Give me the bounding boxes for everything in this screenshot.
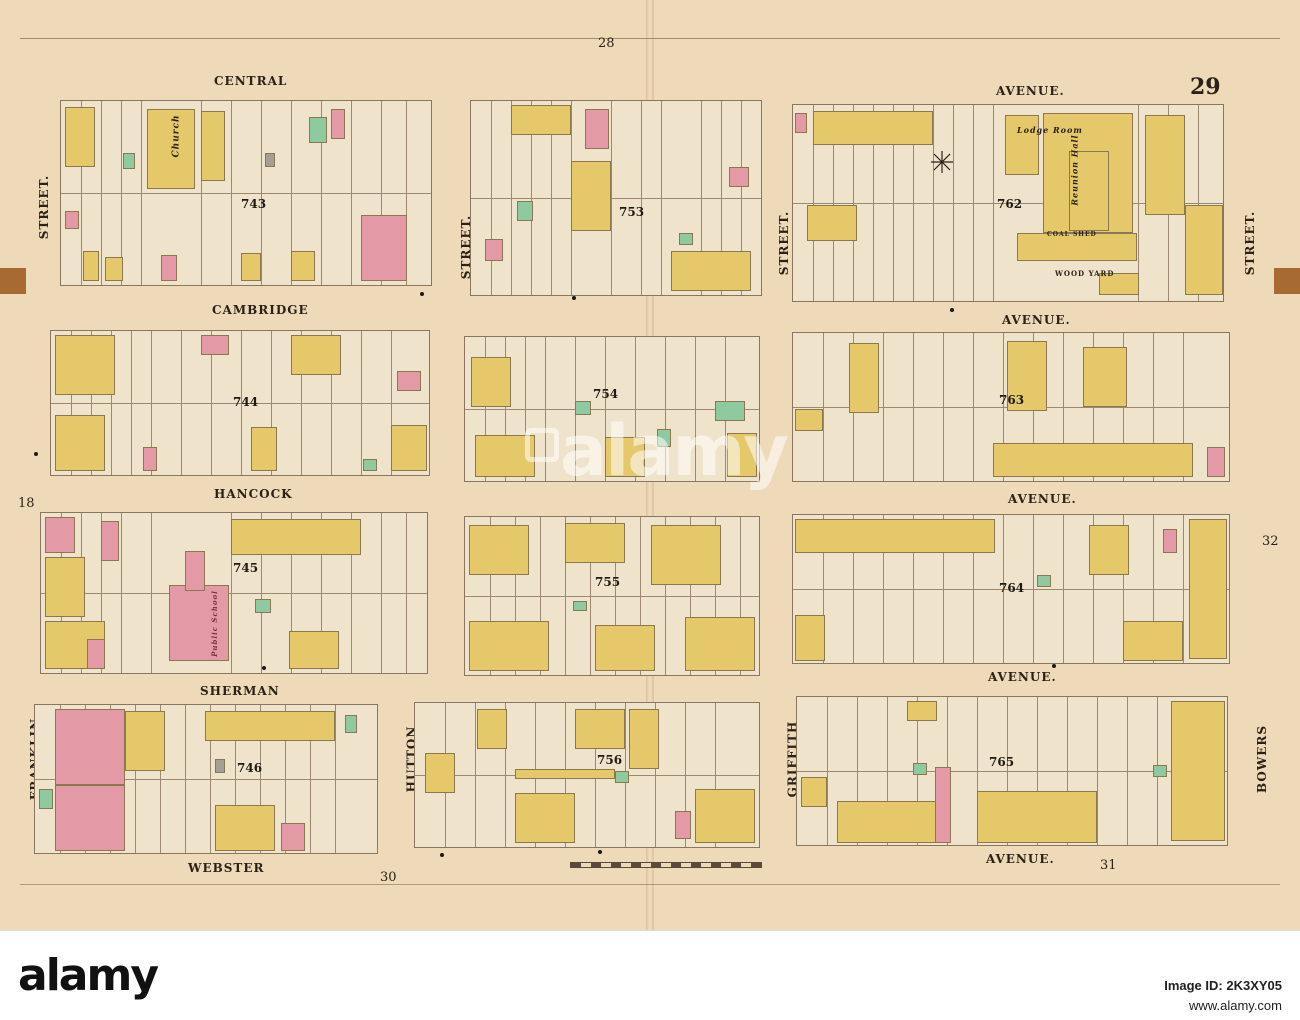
- map-viewer: 28 29 18 32 30 31 CENTRAL AVENUE. CAMBRI…: [0, 0, 1300, 1020]
- adjoining-plate-bottom-left: 30: [380, 870, 397, 885]
- street-label-central-avenue: AVENUE.: [996, 84, 1065, 98]
- plate-number: 29: [1190, 74, 1221, 100]
- street-label-hancock: HANCOCK: [214, 487, 293, 501]
- adjoining-plate-bottom-right: 31: [1100, 858, 1117, 873]
- adjoining-plate-left: 18: [18, 496, 35, 511]
- label-public-school: Public School: [209, 590, 219, 657]
- block-number-756: 756: [597, 753, 623, 767]
- site-url[interactable]: www.alamy.com: [1189, 998, 1282, 1013]
- adjoining-plate-right: 32: [1262, 534, 1279, 549]
- block-744: 744: [50, 330, 430, 476]
- street-label-hancock-avenue: AVENUE.: [1008, 492, 1077, 506]
- block-753: 753: [470, 100, 762, 296]
- survey-marker: [572, 296, 576, 300]
- block-763: 763: [792, 332, 1230, 482]
- block-764: 764: [792, 514, 1230, 664]
- label-coal-shed: COAL SHED: [1047, 231, 1097, 238]
- block-number-765: 765: [989, 755, 1015, 769]
- label-reunion-hall: Reunion Hall: [1069, 134, 1080, 206]
- street-label-cambridge: CAMBRIDGE: [212, 303, 309, 317]
- alamy-logo: alamy: [18, 950, 159, 1001]
- street-label-central: CENTRAL: [214, 74, 288, 88]
- street-label-bowers: BOWERS: [1255, 724, 1270, 794]
- block-number-763: 763: [999, 393, 1025, 407]
- street-label-cambridge-avenue: AVENUE.: [1002, 313, 1071, 327]
- block-number-755: 755: [595, 575, 621, 589]
- adjoining-plate-top: 28: [598, 36, 615, 51]
- survey-marker: [598, 850, 602, 854]
- image-id: Image ID: 2K3XY05: [1164, 978, 1282, 993]
- watermark-icon: [525, 428, 559, 462]
- label-church: Church: [171, 114, 182, 158]
- binding-tab-left: [0, 268, 26, 294]
- atlas-plate: 28 29 18 32 30 31 CENTRAL AVENUE. CAMBRI…: [0, 0, 1300, 930]
- plate-top-border: [20, 38, 1280, 39]
- street-label-sherman: SHERMAN: [200, 684, 280, 698]
- block-number-762: 762: [997, 197, 1023, 211]
- block-762: 762 Lodge Room Reunion Hall WOOD YARD CO…: [792, 104, 1224, 302]
- street-label-webster-avenue: AVENUE.: [986, 852, 1055, 866]
- block-number-754: 754: [593, 387, 619, 401]
- block-number-746: 746: [237, 761, 263, 775]
- survey-marker: [950, 308, 954, 312]
- street-label-vertical-3: STREET.: [777, 210, 792, 276]
- block-number-744: 744: [233, 395, 259, 409]
- street-label-vertical-4: STREET.: [1243, 210, 1258, 276]
- compass-rose-icon: [931, 151, 953, 173]
- street-label-sherman-avenue: AVENUE.: [988, 670, 1057, 684]
- block-743: 743 Church: [60, 100, 432, 286]
- survey-marker: [1052, 664, 1056, 668]
- stock-footer: [0, 930, 1300, 1020]
- block-755: 755: [464, 516, 760, 676]
- binding-tab-right: [1274, 268, 1300, 294]
- survey-marker: [420, 292, 424, 296]
- street-label-vertical-1: STREET.: [37, 174, 52, 240]
- watermark: alamy: [560, 410, 789, 492]
- survey-marker: [262, 666, 266, 670]
- survey-marker: [440, 853, 444, 857]
- block-number-764: 764: [999, 581, 1025, 595]
- survey-marker: [34, 452, 38, 456]
- street-label-webster: WEBSTER: [188, 861, 265, 875]
- block-745: 745 Public School: [40, 512, 428, 674]
- block-number-743: 743: [241, 197, 267, 211]
- block-746: 746: [34, 704, 378, 854]
- label-wood-yard: WOOD YARD: [1055, 269, 1115, 278]
- scale-bar: [570, 862, 762, 868]
- block-765: 765: [796, 696, 1228, 846]
- block-number-745: 745: [233, 561, 259, 575]
- block-756: 756: [414, 702, 760, 848]
- plate-bottom-border: [20, 884, 1280, 885]
- block-number-753: 753: [619, 205, 645, 219]
